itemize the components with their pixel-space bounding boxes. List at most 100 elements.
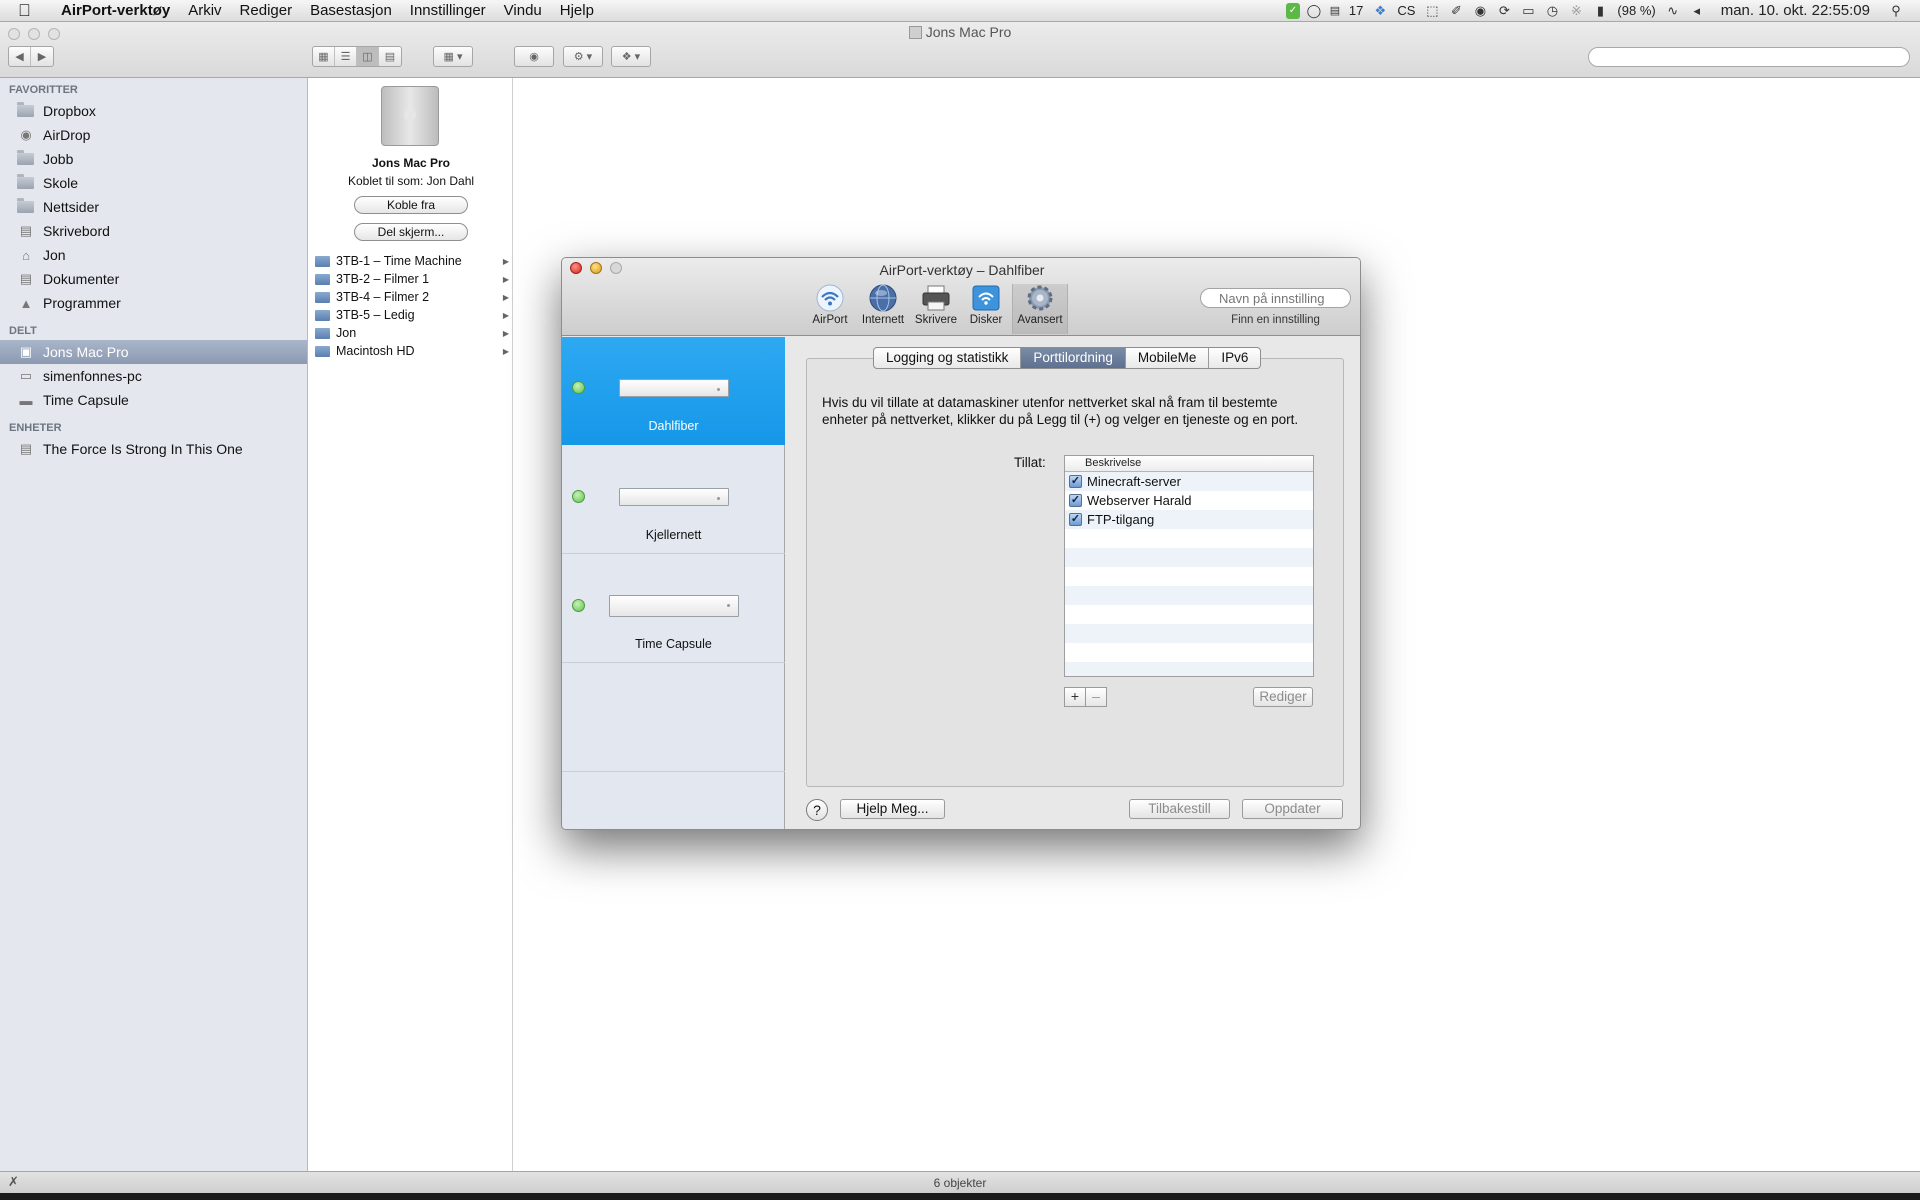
share-screen-button[interactable]: Del skjerm... bbox=[354, 223, 468, 241]
sidebar-item-label: Nettsider bbox=[43, 199, 100, 215]
menu-app[interactable]: AirPort-verktøy bbox=[52, 0, 179, 22]
forward-icon[interactable]: ▶ bbox=[31, 47, 53, 66]
menu-rediger[interactable]: Rediger bbox=[231, 0, 302, 22]
calendar-icon[interactable]: ▤ bbox=[1328, 3, 1342, 19]
sidebar-item-jobb[interactable]: Jobb bbox=[0, 147, 307, 171]
toolbar-disker[interactable]: Disker bbox=[963, 284, 1009, 334]
wifi-icon[interactable]: ∿ bbox=[1663, 3, 1683, 19]
volume-icon[interactable]: ◂ bbox=[1687, 3, 1707, 19]
battery-percent[interactable]: (98 %) bbox=[1617, 3, 1655, 18]
display-icon[interactable]: ▭ bbox=[1518, 3, 1538, 19]
gear-icon[interactable]: ⚙ ▾ bbox=[564, 47, 602, 66]
sidebar-item-dokumenter[interactable]: ▤ Dokumenter bbox=[0, 267, 307, 291]
table-row-empty bbox=[1065, 548, 1313, 567]
list-item[interactable]: 3TB-2 – Filmer 1 ▶ bbox=[309, 270, 513, 288]
base-station-time-capsule[interactable]: Time Capsule bbox=[562, 555, 785, 663]
add-rule-button[interactable]: + bbox=[1064, 687, 1086, 707]
rule-checkbox[interactable]: ✓ bbox=[1069, 475, 1082, 488]
sidebar-item-programmer[interactable]: ▲ Programmer bbox=[0, 291, 307, 315]
brush-icon[interactable]: ✐ bbox=[1446, 3, 1466, 19]
disconnect-button[interactable]: Koble fra bbox=[354, 196, 468, 214]
menubar-count[interactable]: 17 bbox=[1349, 3, 1363, 18]
sidebar-item-airdrop[interactable]: ◉ AirDrop bbox=[0, 123, 307, 147]
menu-basestasjon[interactable]: Basestasjon bbox=[301, 0, 401, 22]
help-me-button[interactable]: Hjelp Meg... bbox=[840, 799, 945, 819]
mac-pro-icon bbox=[381, 86, 439, 146]
bluetooth-icon[interactable]: ※ bbox=[1566, 3, 1586, 19]
list-item[interactable]: 3TB-5 – Ledig ▶ bbox=[309, 306, 513, 324]
icon-view-icon[interactable]: ▦ bbox=[313, 47, 335, 66]
table-row[interactable]: ✓ Webserver Harald bbox=[1065, 491, 1313, 510]
sidebar-item-jons-mac-pro[interactable]: ▣ Jons Mac Pro bbox=[0, 340, 307, 364]
tab-logging[interactable]: Logging og statistikk bbox=[874, 348, 1022, 368]
base-station-dahlfiber[interactable]: Dahlfiber bbox=[562, 337, 785, 445]
sync-icon[interactable]: ⟳ bbox=[1494, 3, 1514, 19]
tab-mobileme[interactable]: MobileMe bbox=[1126, 348, 1210, 368]
airport-wifi-icon bbox=[815, 284, 845, 312]
gauge-icon[interactable]: ◯ bbox=[1304, 3, 1324, 19]
list-view-icon[interactable]: ☰ bbox=[335, 47, 357, 66]
coverflow-view-icon[interactable]: ▤ bbox=[379, 47, 401, 66]
battery-icon[interactable]: ▮ bbox=[1590, 3, 1610, 19]
table-row[interactable]: ✓ Minecraft-server bbox=[1065, 472, 1313, 491]
list-item[interactable]: 3TB-4 – Filmer 2 ▶ bbox=[309, 288, 513, 306]
table-row[interactable]: ✓ FTP-tilgang bbox=[1065, 510, 1313, 529]
sidebar-item-device[interactable]: ▤ The Force Is Strong In This One bbox=[0, 437, 307, 461]
finder-search-input[interactable] bbox=[1588, 47, 1910, 67]
toolbar-skrivere[interactable]: Skrivere bbox=[910, 284, 962, 334]
menu-innstillinger[interactable]: Innstillinger bbox=[401, 0, 495, 22]
devices-header: ENHETER bbox=[9, 422, 62, 434]
menu-hjelp[interactable]: Hjelp bbox=[551, 0, 603, 22]
back-icon[interactable]: ◀ bbox=[9, 47, 31, 66]
dropbox-icon[interactable]: ❖ bbox=[1370, 3, 1390, 19]
status-light-icon bbox=[572, 381, 585, 394]
menubar-clock[interactable]: man. 10. okt. 22:55:09 bbox=[1721, 2, 1870, 19]
computer-small-icon bbox=[908, 26, 922, 39]
base-station-kjellernett[interactable]: Kjellernett bbox=[562, 446, 785, 554]
list-item[interactable]: 3TB-1 – Time Machine ▶ bbox=[309, 252, 513, 270]
screenshot-icon[interactable]: ⬚ bbox=[1422, 3, 1442, 19]
creative-suite-badge[interactable]: CS bbox=[1397, 3, 1415, 18]
airport-utility-window: AirPort-verktøy – Dahlfiber AirPort Inte… bbox=[561, 257, 1361, 830]
sidebar-item-simenfonnes-pc[interactable]: ▭ simenfonnes-pc bbox=[0, 364, 307, 388]
sidebar-item-skrivebord[interactable]: ▤ Skrivebord bbox=[0, 219, 307, 243]
list-item[interactable]: Jon ▶ bbox=[309, 324, 513, 342]
menu-arkiv[interactable]: Arkiv bbox=[179, 0, 230, 22]
help-question-button[interactable]: ? bbox=[806, 799, 828, 821]
spotlight-search-icon[interactable]: ⚲ bbox=[1886, 3, 1906, 19]
rule-checkbox[interactable]: ✓ bbox=[1069, 494, 1082, 507]
update-button[interactable]: Oppdater bbox=[1242, 799, 1343, 819]
time-machine-icon[interactable]: ◷ bbox=[1542, 3, 1562, 19]
remove-rule-button[interactable]: – bbox=[1085, 687, 1107, 707]
rule-checkbox[interactable]: ✓ bbox=[1069, 513, 1082, 526]
menu-vindu[interactable]: Vindu bbox=[495, 0, 551, 22]
reset-button[interactable]: Tilbakestill bbox=[1129, 799, 1230, 819]
dropbox-toolbar-icon[interactable]: ❖ ▾ bbox=[612, 47, 650, 66]
sidebar-item-nettsider[interactable]: Nettsider bbox=[0, 195, 307, 219]
sidebar-item-jon[interactable]: ⌂ Jon bbox=[0, 243, 307, 267]
column-header-description[interactable]: Beskrivelse bbox=[1065, 456, 1313, 472]
table-row-empty bbox=[1065, 605, 1313, 624]
toolbar-internett[interactable]: Internett bbox=[857, 284, 909, 334]
tab-port-mapping[interactable]: Porttilordning bbox=[1021, 348, 1126, 368]
time-capsule-icon: ▬ bbox=[19, 392, 33, 408]
setting-search-input[interactable] bbox=[1200, 288, 1351, 308]
arrange-icon[interactable]: ▦ ▾ bbox=[434, 47, 472, 66]
binoculars-icon[interactable]: ◉ bbox=[1470, 3, 1490, 19]
apple-menu-icon[interactable]:  bbox=[18, 0, 40, 22]
sidebar-item-time-capsule[interactable]: ▬ Time Capsule bbox=[0, 388, 307, 412]
eye-icon[interactable]: ◉ bbox=[515, 47, 553, 66]
list-item[interactable]: Macintosh HD ▶ bbox=[309, 342, 513, 360]
sidebar-item-skole[interactable]: Skole bbox=[0, 171, 307, 195]
toolbar-label: Skrivere bbox=[914, 314, 958, 326]
toolbar-avansert[interactable]: Avansert bbox=[1012, 284, 1068, 334]
sidebar-item-dropbox[interactable]: Dropbox bbox=[0, 99, 307, 123]
column-view-icon[interactable]: ◫ bbox=[357, 47, 379, 66]
disclosure-arrow-icon: ▶ bbox=[502, 292, 509, 302]
menubar-extras: ✓ ◯ ▤ 17 ❖ CS ⬚ ✐ ◉ ⟳ ▭ ◷ ※ ▮ (98 %) ∿ ◂… bbox=[1284, 0, 1920, 22]
edit-rule-button[interactable]: Rediger bbox=[1253, 687, 1313, 707]
computer-name: Jons Mac Pro bbox=[371, 156, 451, 170]
toolbar-airport[interactable]: AirPort bbox=[804, 284, 856, 334]
shield-check-icon[interactable]: ✓ bbox=[1285, 2, 1300, 19]
tab-ipv6[interactable]: IPv6 bbox=[1209, 348, 1260, 368]
